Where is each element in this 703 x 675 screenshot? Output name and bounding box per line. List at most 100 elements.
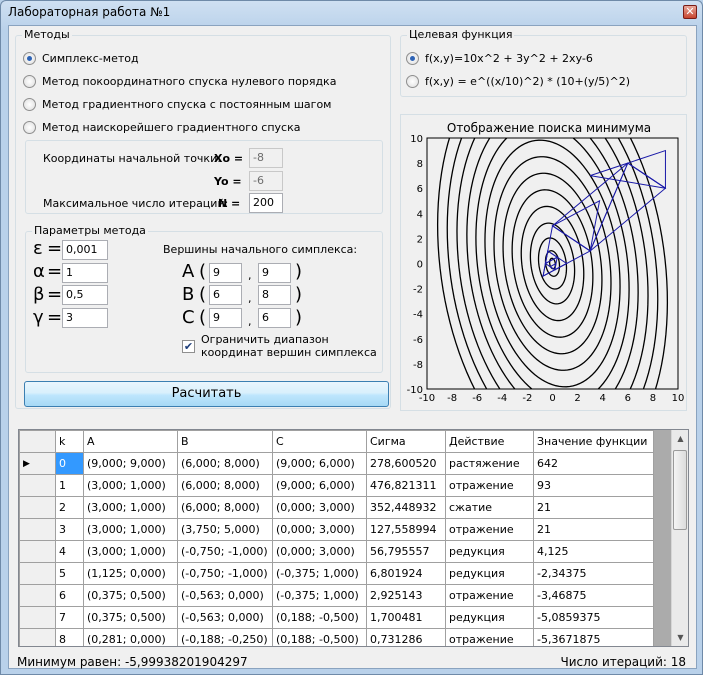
cell-k[interactable]: 8 <box>55 628 84 646</box>
scroll-down-arrow-icon[interactable]: ▼ <box>672 629 688 646</box>
cell-b[interactable]: (-0,188; -0,250) <box>177 628 273 646</box>
y0-input[interactable]: -6 <box>249 171 283 191</box>
grid-header-c[interactable]: C <box>272 430 367 453</box>
scroll-up-arrow-icon[interactable]: ▲ <box>672 430 688 447</box>
cell-b[interactable]: (6,000; 8,000) <box>177 474 273 497</box>
radio-circle[interactable] <box>23 51 36 65</box>
radio-circle[interactable] <box>406 74 419 88</box>
cell-value[interactable]: -5,0859375 <box>533 606 654 629</box>
cell-action[interactable]: отражение <box>445 518 534 541</box>
cell-value[interactable]: 21 <box>533 518 654 541</box>
cell-value[interactable]: 21 <box>533 496 654 519</box>
cell-value[interactable]: -3,46875 <box>533 584 654 607</box>
cell-b[interactable]: (-0,563; 0,000) <box>177 584 273 607</box>
table-row[interactable]: 6 (0,375; 0,500) (-0,563; 0,000) (-0,375; 1… <box>19 584 654 607</box>
grid-header-value[interactable]: Значение функции <box>533 430 654 453</box>
grid-header-action[interactable]: Действие <box>445 430 534 453</box>
cell-k[interactable]: 7 <box>55 606 84 629</box>
cell-c[interactable]: (0,188; -0,500) <box>272 628 367 646</box>
cell-sigma[interactable]: 2,925143 <box>366 584 446 607</box>
cell-k[interactable]: 1 <box>55 474 84 497</box>
cell-a[interactable]: (1,125; 0,000) <box>83 562 178 585</box>
cell-action[interactable]: редукция <box>445 562 534 585</box>
method-radio-simplex[interactable]: Симплекс-метод <box>23 50 139 66</box>
cell-sigma[interactable]: 1,700481 <box>366 606 446 629</box>
cell-b[interactable]: (6,000; 8,000) <box>177 452 273 475</box>
cell-value[interactable]: -5,3671875 <box>533 628 654 646</box>
table-row[interactable]: 8 (0,281; 0,000) (-0,188; -0,250) (0,188; -… <box>19 628 654 646</box>
vertex-b-x-input[interactable]: 6 <box>209 285 242 305</box>
grid-vertical-scrollbar[interactable]: ▲ ▼ <box>671 430 688 646</box>
radio-circle[interactable] <box>23 97 36 111</box>
cell-value[interactable]: 93 <box>533 474 654 497</box>
iterations-grid[interactable]: k A B C Сигма Действие Значение функции … <box>18 429 689 647</box>
cell-c[interactable]: (9,000; 6,000) <box>272 452 367 475</box>
cell-b[interactable]: (-0,750; -1,000) <box>177 562 273 585</box>
method-radio-gradient[interactable]: Метод градиентного спуска с постоянным ш… <box>23 96 331 112</box>
cell-b[interactable]: (6,000; 8,000) <box>177 496 273 519</box>
table-row[interactable]: 1 (3,000; 1,000) (6,000; 8,000) (9,000; 6,0… <box>19 474 654 497</box>
beta-input[interactable]: 0,5 <box>62 285 108 305</box>
cell-c[interactable]: (-0,375; 1,000) <box>272 562 367 585</box>
alpha-input[interactable]: 1 <box>62 263 108 283</box>
cell-c[interactable]: (0,000; 3,000) <box>272 496 367 519</box>
row-header[interactable] <box>19 628 56 646</box>
cell-c[interactable]: (0,000; 3,000) <box>272 518 367 541</box>
cell-value[interactable]: 642 <box>533 452 654 475</box>
cell-k[interactable]: 5 <box>55 562 84 585</box>
vertex-a-y-input[interactable]: 9 <box>258 263 291 283</box>
grid-header-sigma[interactable]: Сигма <box>366 430 446 453</box>
cell-c[interactable]: (0,000; 3,000) <box>272 540 367 563</box>
cell-c[interactable]: (0,188; -0,500) <box>272 606 367 629</box>
table-row[interactable]: 4 (3,000; 1,000) (-0,750; -1,000) (0,000; 3… <box>19 540 654 563</box>
table-row[interactable]: 5 (1,125; 0,000) (-0,750; -1,000) (-0,375; … <box>19 562 654 585</box>
cell-action[interactable]: редукция <box>445 606 534 629</box>
row-header[interactable]: ▶ <box>19 452 56 475</box>
scroll-thumb[interactable] <box>673 450 687 530</box>
cell-sigma[interactable]: 0,731286 <box>366 628 446 646</box>
cell-a[interactable]: (0,375; 0,500) <box>83 584 178 607</box>
cell-k[interactable]: 3 <box>55 518 84 541</box>
close-button[interactable]: ✕ <box>683 5 697 19</box>
cell-k[interactable]: 2 <box>55 496 84 519</box>
grid-header-k[interactable]: k <box>55 430 84 453</box>
cell-sigma[interactable]: 278,600520 <box>366 452 446 475</box>
radio-circle[interactable] <box>23 120 36 134</box>
method-radio-coordinate[interactable]: Метод покоординатного спуска нулевого по… <box>23 73 336 89</box>
cell-a[interactable]: (3,000; 1,000) <box>83 474 178 497</box>
row-header[interactable] <box>19 474 56 497</box>
table-row[interactable]: 2 (3,000; 1,000) (6,000; 8,000) (0,000; 3,0… <box>19 496 654 519</box>
row-header[interactable] <box>19 584 56 607</box>
vertex-c-x-input[interactable]: 9 <box>209 308 242 328</box>
cell-k[interactable]: 0 <box>55 452 84 475</box>
table-row[interactable]: ▶ 0 (9,000; 9,000) (6,000; 8,000) (9,000; 6,… <box>19 452 654 475</box>
vertex-b-y-input[interactable]: 8 <box>258 285 291 305</box>
cell-b[interactable]: (-0,750; -1,000) <box>177 540 273 563</box>
row-header[interactable] <box>19 540 56 563</box>
function-radio-2[interactable]: f(x,y) = e^((x/10)^2) * (10+(y/5)^2) <box>406 73 630 89</box>
cell-b[interactable]: (3,750; 5,000) <box>177 518 273 541</box>
cell-b[interactable]: (-0,563; 0,000) <box>177 606 273 629</box>
cell-sigma[interactable]: 6,801924 <box>366 562 446 585</box>
cell-value[interactable]: 4,125 <box>533 540 654 563</box>
cell-value[interactable]: -2,34375 <box>533 562 654 585</box>
cell-a[interactable]: (3,000; 1,000) <box>83 496 178 519</box>
cell-a[interactable]: (0,281; 0,000) <box>83 628 178 646</box>
cell-action[interactable]: растяжение <box>445 452 534 475</box>
function-radio-1[interactable]: f(x,y)=10x^2 + 3y^2 + 2xy-6 <box>406 50 593 66</box>
cell-a[interactable]: (9,000; 9,000) <box>83 452 178 475</box>
cell-a[interactable]: (3,000; 1,000) <box>83 540 178 563</box>
epsilon-input[interactable]: 0,001 <box>62 240 108 260</box>
vertex-c-y-input[interactable]: 6 <box>258 308 291 328</box>
table-row[interactable]: 7 (0,375; 0,500) (-0,563; 0,000) (0,188; -0… <box>19 606 654 629</box>
cell-sigma[interactable]: 127,558994 <box>366 518 446 541</box>
title-bar[interactable]: Лабораторная работа №1 ✕ <box>1 1 702 25</box>
restrict-checkbox[interactable]: ✔ <box>182 340 195 353</box>
cell-action[interactable]: отражение <box>445 584 534 607</box>
table-row[interactable]: 3 (3,000; 1,000) (3,750; 5,000) (0,000; 3,0… <box>19 518 654 541</box>
cell-sigma[interactable]: 352,448932 <box>366 496 446 519</box>
grid-header-a[interactable]: A <box>83 430 178 453</box>
method-radio-steepest[interactable]: Метод наискорейшего градиентного спуска <box>23 119 300 135</box>
radio-circle[interactable] <box>406 51 419 65</box>
cell-action[interactable]: сжатие <box>445 496 534 519</box>
